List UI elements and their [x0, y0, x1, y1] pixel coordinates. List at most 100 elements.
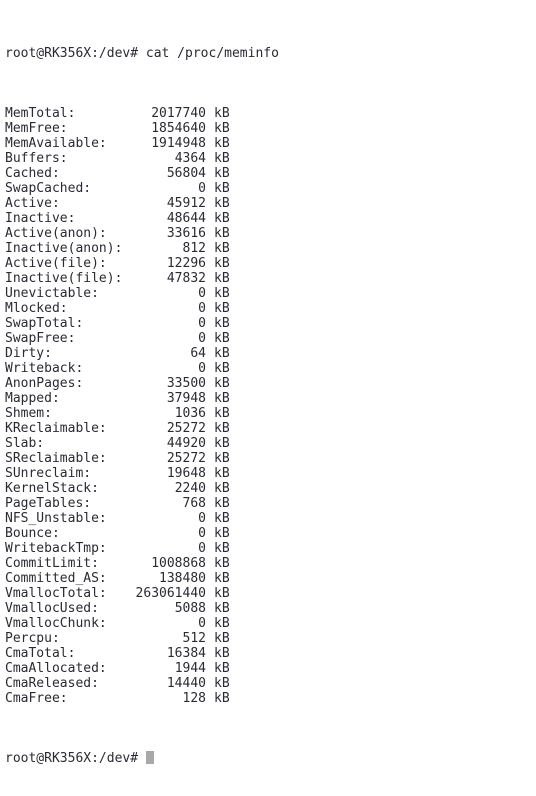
meminfo-unit: kB — [214, 466, 230, 481]
meminfo-row: Bounce: 0 kB — [5, 526, 536, 541]
meminfo-label: CmaFree: — [5, 691, 68, 706]
meminfo-value: 0 — [198, 301, 206, 316]
terminal-window[interactable]: root@RK356X:/dev# cat /proc/meminfo MemT… — [0, 0, 536, 766]
meminfo-unit: kB — [214, 691, 230, 706]
trailing-prompt-line[interactable]: root@RK356X:/dev# — [5, 751, 536, 766]
meminfo-label: VmallocUsed: — [5, 601, 99, 616]
meminfo-value: 263061440 — [135, 586, 206, 601]
meminfo-value: 25272 — [166, 451, 206, 466]
meminfo-value: 768 — [182, 496, 206, 511]
meminfo-unit: kB — [214, 511, 230, 526]
meminfo-row: MemAvailable: 1914948 kB — [5, 136, 536, 151]
meminfo-value: 44920 — [166, 436, 206, 451]
meminfo-value: 45912 — [166, 196, 206, 211]
meminfo-value: 14440 — [166, 676, 206, 691]
meminfo-unit: kB — [214, 271, 230, 286]
meminfo-label: Percpu: — [5, 631, 60, 646]
meminfo-row: PageTables: 768 kB — [5, 496, 536, 511]
meminfo-row: SUnreclaim: 19648 kB — [5, 466, 536, 481]
meminfo-unit: kB — [214, 196, 230, 211]
meminfo-label: CommitLimit: — [5, 556, 99, 571]
meminfo-row: Shmem: 1036 kB — [5, 406, 536, 421]
meminfo-row: Writeback: 0 kB — [5, 361, 536, 376]
meminfo-value: 48644 — [166, 211, 206, 226]
meminfo-label: Slab: — [5, 436, 45, 451]
meminfo-label: SwapTotal: — [5, 316, 84, 331]
meminfo-row: CommitLimit: 1008868 kB — [5, 556, 536, 571]
meminfo-row: Mlocked: 0 kB — [5, 301, 536, 316]
meminfo-unit: kB — [214, 541, 230, 556]
meminfo-label: Cached: — [5, 166, 60, 181]
meminfo-row: SwapTotal: 0 kB — [5, 316, 536, 331]
meminfo-label: SUnreclaim: — [5, 466, 92, 481]
meminfo-unit: kB — [214, 481, 230, 496]
meminfo-label: KReclaimable: — [5, 421, 107, 436]
meminfo-row: Inactive(file): 47832 kB — [5, 271, 536, 286]
meminfo-value: 138480 — [159, 571, 206, 586]
meminfo-label: MemFree: — [5, 121, 68, 136]
meminfo-row: CmaTotal: 16384 kB — [5, 646, 536, 661]
meminfo-value: 56804 — [166, 166, 206, 181]
meminfo-value: 19648 — [166, 466, 206, 481]
meminfo-label: VmallocTotal: — [5, 586, 107, 601]
meminfo-value: 2240 — [174, 481, 206, 496]
shell-prompt: root@RK356X:/dev# — [5, 751, 146, 766]
meminfo-value: 1914948 — [151, 136, 206, 151]
meminfo-label: Dirty: — [5, 346, 52, 361]
meminfo-label: Mapped: — [5, 391, 60, 406]
meminfo-row: AnonPages: 33500 kB — [5, 376, 536, 391]
meminfo-value: 4364 — [174, 151, 206, 166]
meminfo-value: 5088 — [174, 601, 206, 616]
meminfo-unit: kB — [214, 286, 230, 301]
meminfo-label: KernelStack: — [5, 481, 99, 496]
command-line: root@RK356X:/dev# cat /proc/meminfo — [5, 46, 536, 61]
meminfo-row: VmallocTotal: 263061440 kB — [5, 586, 536, 601]
meminfo-value: 0 — [198, 361, 206, 376]
meminfo-value: 1008868 — [151, 556, 206, 571]
meminfo-unit: kB — [214, 451, 230, 466]
meminfo-unit: kB — [214, 556, 230, 571]
meminfo-value: 0 — [198, 181, 206, 196]
meminfo-label: Committed_AS: — [5, 571, 107, 586]
meminfo-row: VmallocUsed: 5088 kB — [5, 601, 536, 616]
meminfo-row: SReclaimable: 25272 kB — [5, 451, 536, 466]
meminfo-row: CmaFree: 128 kB — [5, 691, 536, 706]
meminfo-label: SwapCached: — [5, 181, 92, 196]
meminfo-value: 1036 — [174, 406, 206, 421]
meminfo-unit: kB — [214, 391, 230, 406]
meminfo-unit: kB — [214, 526, 230, 541]
meminfo-label: Inactive(anon): — [5, 241, 123, 256]
meminfo-label: CmaTotal: — [5, 646, 76, 661]
meminfo-unit: kB — [214, 631, 230, 646]
meminfo-value: 64 — [190, 346, 206, 361]
meminfo-unit: kB — [214, 166, 230, 181]
meminfo-unit: kB — [214, 361, 230, 376]
meminfo-row: Buffers: 4364 kB — [5, 151, 536, 166]
meminfo-value: 0 — [198, 286, 206, 301]
meminfo-label: MemAvailable: — [5, 136, 107, 151]
meminfo-row: Inactive(anon): 812 kB — [5, 241, 536, 256]
meminfo-unit: kB — [214, 571, 230, 586]
meminfo-value: 0 — [198, 511, 206, 526]
meminfo-label: AnonPages: — [5, 376, 84, 391]
meminfo-label: Active(anon): — [5, 226, 107, 241]
meminfo-label: Active: — [5, 196, 60, 211]
meminfo-row: CmaAllocated: 1944 kB — [5, 661, 536, 676]
meminfo-value: 812 — [182, 241, 206, 256]
meminfo-value: 0 — [198, 541, 206, 556]
meminfo-row: Active(anon): 33616 kB — [5, 226, 536, 241]
meminfo-row: SwapFree: 0 kB — [5, 331, 536, 346]
meminfo-label: Writeback: — [5, 361, 84, 376]
meminfo-unit: kB — [214, 136, 230, 151]
meminfo-label: WritebackTmp: — [5, 541, 107, 556]
meminfo-value: 0 — [198, 316, 206, 331]
meminfo-unit: kB — [214, 181, 230, 196]
meminfo-label: Inactive: — [5, 211, 76, 226]
meminfo-value: 512 — [182, 631, 206, 646]
meminfo-row: KReclaimable: 25272 kB — [5, 421, 536, 436]
meminfo-unit: kB — [214, 676, 230, 691]
meminfo-row: CmaReleased: 14440 kB — [5, 676, 536, 691]
meminfo-label: Shmem: — [5, 406, 52, 421]
meminfo-unit: kB — [214, 406, 230, 421]
meminfo-label: Active(file): — [5, 256, 107, 271]
